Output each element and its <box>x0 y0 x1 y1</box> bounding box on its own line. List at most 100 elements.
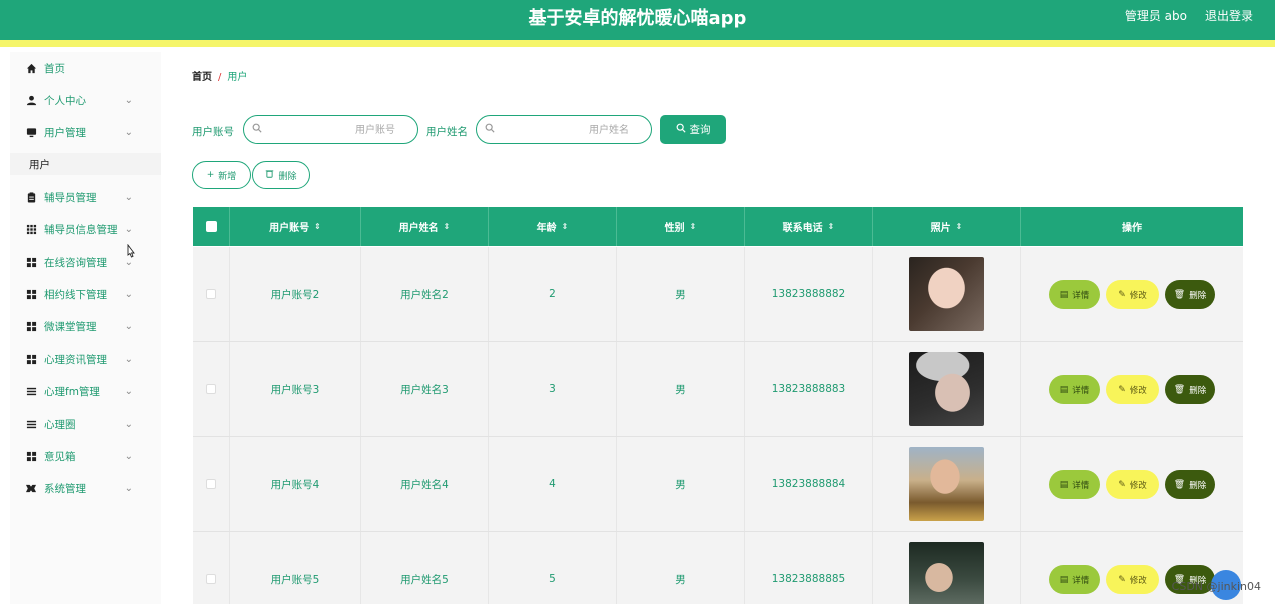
sidebar-item-micro-class[interactable]: 微课堂管理 ⌄ <box>10 310 161 342</box>
edit-button-label: 修改 <box>1129 575 1147 586</box>
sidebar-item-user-management[interactable]: 用户管理 ⌄ <box>10 116 161 148</box>
detail-button[interactable]: ▤ 详情 <box>1049 280 1100 309</box>
name-search-input[interactable] <box>501 122 629 138</box>
chevron-down-icon: ⌄ <box>124 223 133 235</box>
accent-strip <box>0 40 1275 47</box>
sidebar-item-personal-center[interactable]: 个人中心 ⌄ <box>10 84 161 116</box>
sidebar-item-label: 系统管理 <box>44 482 86 495</box>
sidebar-item-label: 辅导员信息管理 <box>44 223 118 236</box>
trash-icon: 🗑︎ <box>1173 479 1186 490</box>
query-button-label: 查询 <box>689 124 711 136</box>
column-header-actions: 操作 <box>1021 207 1243 246</box>
top-bar: 基于安卓的解忧暖心喵app 管理员 abo 退出登录 <box>0 0 1275 40</box>
column-header-name[interactable]: 用户姓名 ⇕ <box>361 207 489 246</box>
table-row: 用户账号2 用户姓名2 2 男 13823888882 ▤ 详情 ✎ 修改 🗑︎ 删除 <box>193 247 1243 342</box>
column-header-account[interactable]: 用户账号 ⇕ <box>230 207 361 246</box>
breadcrumb: 首页 / 用户 <box>192 68 247 83</box>
trash-icon <box>265 169 274 181</box>
search-icon <box>676 123 686 136</box>
edit-button[interactable]: ✎ 修改 <box>1106 280 1159 309</box>
sidebar-item-counselor-management[interactable]: 辅导员管理 ⌄ <box>10 181 161 213</box>
search-icon <box>252 123 262 136</box>
sidebar-item-home[interactable]: 首页 <box>10 52 161 84</box>
sidebar-item-feedback-box[interactable]: 意见箱 ⌄ <box>10 440 161 472</box>
sidebar-item-label: 在线咨询管理 <box>44 256 107 269</box>
delete-button-label: 删除 <box>1189 290 1207 301</box>
cell-photo <box>873 532 1021 604</box>
sort-icon: ⇕ <box>314 222 321 231</box>
cell-name: 用户姓名4 <box>361 437 489 531</box>
chevron-down-icon: ⌄ <box>124 320 133 332</box>
delete-button[interactable]: 🗑︎ 删除 <box>1165 280 1215 309</box>
detail-button-label: 详情 <box>1072 385 1090 396</box>
edit-button[interactable]: ✎ 修改 <box>1106 565 1159 594</box>
grid4-icon <box>24 257 38 268</box>
cell-age: 4 <box>489 437 617 531</box>
cell-phone: 13823888882 <box>745 247 873 341</box>
detail-button[interactable]: ▤ 详情 <box>1049 375 1100 404</box>
breadcrumb-current: 用户 <box>227 72 248 83</box>
edit-button-label: 修改 <box>1129 385 1147 396</box>
sidebar-item-psych-fm[interactable]: 心理fm管理 ⌄ <box>10 375 161 407</box>
cell-name: 用户姓名5 <box>361 532 489 604</box>
row-checkbox[interactable] <box>206 479 216 489</box>
cell-account: 用户账号3 <box>230 342 361 436</box>
edit-button[interactable]: ✎ 修改 <box>1106 375 1159 404</box>
table-row: 用户账号5 用户姓名5 5 男 13823888885 ▤ 详情 ✎ 修改 🗑︎ 删除 <box>193 532 1243 604</box>
table-row: 用户账号3 用户姓名3 3 男 13823888883 ▤ 详情 ✎ 修改 🗑︎ 删除 <box>193 342 1243 437</box>
cell-name: 用户姓名3 <box>361 342 489 436</box>
user-photo[interactable] <box>909 447 984 521</box>
current-user-label: 管理员 abo <box>1124 9 1187 23</box>
sidebar-subitem-users[interactable]: 用户 <box>10 153 161 175</box>
chevron-down-icon: ⌄ <box>124 94 133 106</box>
column-header-age[interactable]: 年龄 ⇕ <box>489 207 617 246</box>
row-checkbox[interactable] <box>206 574 216 584</box>
sidebar-item-counselor-info[interactable]: 辅导员信息管理 ⌄ <box>10 213 161 245</box>
user-photo[interactable] <box>909 352 984 426</box>
row-checkbox[interactable] <box>206 384 216 394</box>
sidebar-item-system[interactable]: 系统管理 ⌄ <box>10 472 161 504</box>
batch-delete-button[interactable]: 删除 <box>252 161 310 189</box>
row-checkbox[interactable] <box>206 289 216 299</box>
document-icon: ▤ <box>1059 384 1069 395</box>
sidebar-item-label: 心理fm管理 <box>44 385 100 398</box>
pencil-icon: ✎ <box>1118 574 1126 585</box>
delete-button[interactable]: 🗑︎ 删除 <box>1165 470 1215 499</box>
sidebar-item-offline-meet[interactable]: 相约线下管理 ⌄ <box>10 278 161 310</box>
logout-link[interactable]: 退出登录 <box>1205 7 1253 24</box>
column-header-photo[interactable]: 照片 ⇕ <box>873 207 1021 246</box>
edit-button[interactable]: ✎ 修改 <box>1106 470 1159 499</box>
sidebar-item-psych-news[interactable]: 心理资讯管理 ⌄ <box>10 343 161 375</box>
sidebar-item-psych-circle[interactable]: 心理圈 ⌄ <box>10 408 161 440</box>
csdn-watermark: CSDN @jinkin04 <box>1171 580 1261 593</box>
plus-icon: + <box>206 170 215 180</box>
chevron-down-icon: ⌄ <box>124 191 133 203</box>
account-search-input[interactable] <box>268 122 395 138</box>
select-all-checkbox[interactable] <box>205 221 217 232</box>
delete-button[interactable]: 🗑︎ 删除 <box>1165 375 1215 404</box>
column-header-gender[interactable]: 性别 ⇕ <box>617 207 745 246</box>
detail-button[interactable]: ▤ 详情 <box>1049 470 1100 499</box>
trash-icon: 🗑︎ <box>1173 289 1186 300</box>
account-search-label: 用户账号 <box>192 126 234 138</box>
edit-button-label: 修改 <box>1129 480 1147 491</box>
sort-icon: ⇕ <box>827 222 835 231</box>
add-button[interactable]: + 新增 <box>192 161 251 189</box>
column-header-phone[interactable]: 联系电话 ⇕ <box>745 207 873 246</box>
person-icon <box>24 95 38 106</box>
query-button[interactable]: 查询 <box>660 115 726 144</box>
cell-gender: 男 <box>617 437 745 531</box>
clipboard-icon <box>24 191 38 203</box>
batch-delete-button-label: 删除 <box>278 171 297 182</box>
breadcrumb-home[interactable]: 首页 <box>192 72 212 83</box>
sidebar-item-online-consult[interactable]: 在线咨询管理 ⌄ <box>10 246 161 278</box>
grid4-icon <box>24 289 38 300</box>
user-photo[interactable] <box>909 542 984 604</box>
cell-account: 用户账号2 <box>230 247 361 341</box>
chevron-down-icon: ⌄ <box>124 353 133 365</box>
sort-icon: ⇕ <box>443 222 451 231</box>
user-photo[interactable] <box>909 257 984 331</box>
detail-button[interactable]: ▤ 详情 <box>1049 565 1100 594</box>
detail-button-label: 详情 <box>1072 480 1090 491</box>
detail-button-label: 详情 <box>1072 575 1090 586</box>
